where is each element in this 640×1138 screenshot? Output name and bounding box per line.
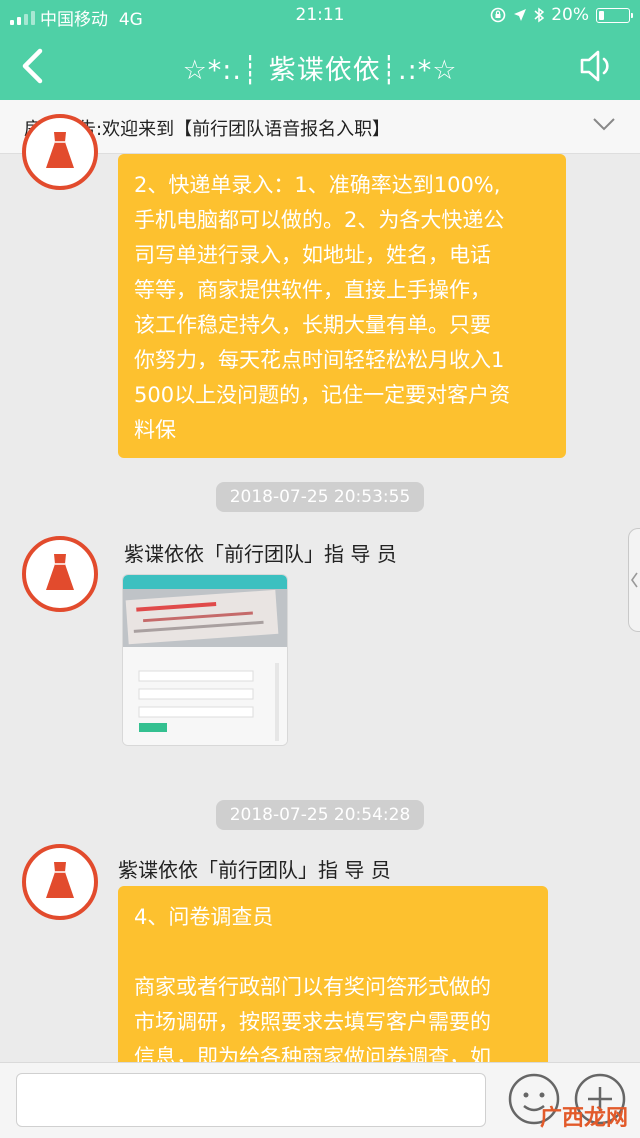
- bluetooth-icon: [534, 7, 545, 23]
- message-line: 商家或者行政部门以有奖问答形式做的: [134, 975, 491, 999]
- image-message[interactable]: [122, 574, 288, 746]
- title-bar: ☆*:.┊ 紫谍依依┊.:*☆: [0, 32, 640, 100]
- dress-icon: [46, 132, 74, 168]
- status-bar: 中国移动 4G 21:11 20%: [0, 0, 640, 32]
- lock-rotation-icon: [490, 7, 506, 23]
- dress-icon: [46, 862, 74, 898]
- message-line: 2、快递单录入：1、准确率达到100%,: [134, 173, 501, 197]
- avatar[interactable]: [22, 844, 98, 920]
- message-line: 你努力，每天花点时间轻轻松松月收入1: [134, 348, 505, 372]
- avatar[interactable]: [22, 536, 98, 612]
- dress-icon: [46, 554, 74, 590]
- message-line: [134, 935, 532, 970]
- sender-name: 紫谍依依「前行团队」指 导 员: [118, 858, 391, 882]
- location-icon: [514, 9, 527, 21]
- speaker-icon[interactable]: [578, 48, 618, 84]
- watermark: 广西龙网: [539, 1106, 628, 1131]
- message-line: 市场调研，按照要求去填写客户需要的: [134, 1010, 491, 1034]
- side-drawer-handle[interactable]: [628, 528, 640, 632]
- avatar[interactable]: [22, 114, 98, 190]
- chevron-left-icon: [631, 572, 638, 588]
- battery-icon: [596, 7, 633, 23]
- battery-percent: 20%: [551, 5, 589, 25]
- timestamp: 2018-07-25 20:53:55: [216, 482, 424, 512]
- message-line: 料保: [134, 418, 176, 442]
- message-bubble[interactable]: 4、问卷调查员 商家或者行政部门以有奖问答形式做的 市场调研，按照要求去填写客户…: [118, 886, 548, 1076]
- message-line: 手机电脑都可以做的。2、为各大快递公: [134, 208, 505, 232]
- message-line: 该工作稳定持久，长期大量有单。只要: [134, 313, 491, 337]
- message-line: 等等，商家提供软件，直接上手操作，: [134, 278, 491, 302]
- screenshot-thumbnail: [123, 575, 287, 745]
- input-bar: 广西龙网: [0, 1062, 640, 1138]
- message-line: 4、问卷调查员: [134, 905, 274, 929]
- message-input[interactable]: [16, 1073, 486, 1127]
- message-bubble[interactable]: 2、快递单录入：1、准确率达到100%, 手机电脑都可以做的。2、为各大快递公 …: [118, 154, 566, 458]
- room-title: ☆*:.┊ 紫谍依依┊.:*☆: [182, 55, 458, 86]
- chevron-down-icon[interactable]: [592, 114, 616, 134]
- timestamp: 2018-07-25 20:54:28: [216, 800, 424, 830]
- message-line: 500以上没问题的，记住一定要对客户资: [134, 383, 511, 407]
- sender-name: 紫谍依依「前行团队」指 导 员: [124, 542, 397, 566]
- message-line: 司写单进行录入，如地址，姓名，电话: [134, 243, 491, 267]
